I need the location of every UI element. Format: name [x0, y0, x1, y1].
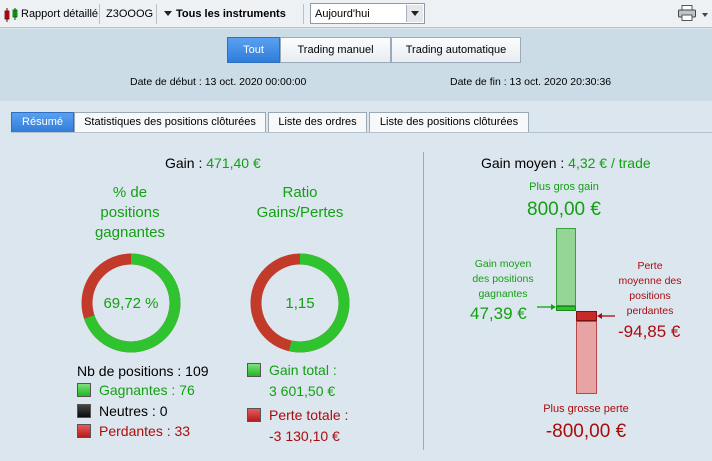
neutral-legend-icon: [77, 404, 91, 418]
gain-line: Gain : 471,40 €: [165, 155, 261, 171]
ratio-title-line: Gains/Pertes: [256, 204, 344, 221]
winning-count: Gagnantes : 76: [99, 382, 195, 398]
account-selector[interactable]: Z3OOOG: [106, 8, 153, 20]
ratio-title-line: Ratio: [282, 184, 318, 201]
period-select[interactable]: Aujourd'hui: [310, 3, 425, 24]
max-gain-value: 800,00 €: [527, 199, 601, 220]
toolbar: Rapport détaillé Z3OOOG Tous les instrum…: [0, 0, 712, 28]
tab-closed-stats[interactable]: Statistiques des positions clôturées: [74, 112, 266, 132]
max-loss-bar: [576, 321, 597, 394]
avg-win-label: Gain moyen des positions gagnantes: [466, 257, 540, 302]
positions-count: Nb de positions : 109: [77, 363, 209, 379]
avg-win-arrow-icon: [537, 304, 556, 310]
avg-gain-line: Gain moyen : 4,32 € / trade: [481, 155, 651, 171]
avg-win-label-line: Gain moyen: [474, 258, 532, 270]
pct-title: % de positions gagnantes: [75, 183, 185, 243]
tab-summary[interactable]: Résumé: [11, 112, 74, 132]
total-gain-legend-icon: [247, 363, 261, 377]
ratio-title: Ratio Gains/Pertes: [240, 183, 360, 223]
avg-win-value: 47,39 €: [470, 304, 527, 323]
avg-gain-label: Gain moyen :: [481, 155, 565, 171]
panel-divider: [423, 152, 424, 450]
total-gain-label: Gain total :: [269, 362, 337, 378]
start-date: Date de début : 13 oct. 2020 00:00:00: [130, 76, 307, 88]
tab-closed-positions[interactable]: Liste des positions clôturées: [369, 112, 529, 132]
period-select-value: Aujourd'hui: [315, 8, 370, 20]
total-loss-label: Perte totale :: [269, 407, 349, 423]
filter-header: Tout Trading manuel Trading automatique …: [0, 29, 712, 101]
losing-legend-icon: [77, 424, 91, 438]
win-pct-value: 69,72 %: [103, 295, 159, 312]
pct-title-line: gagnantes: [94, 224, 166, 241]
toolbar-separator: [303, 4, 304, 24]
report-title: Rapport détaillé: [21, 8, 99, 20]
avg-loss-bar: [576, 311, 597, 321]
candlestick-icon: [4, 8, 18, 22]
avg-win-bar: [556, 306, 576, 311]
printer-icon[interactable]: [678, 5, 696, 21]
chevron-down-icon[interactable]: [164, 11, 172, 16]
menu-caret-icon[interactable]: [702, 13, 708, 17]
max-gain-bar: [556, 228, 576, 306]
avg-loss-label-line: moyenne des: [618, 275, 682, 287]
total-loss-legend-icon: [247, 408, 261, 422]
avg-win-label-line: des positions: [472, 273, 534, 285]
avg-loss-value: -94,85 €: [618, 322, 681, 341]
instruments-selector[interactable]: Tous les instruments: [176, 8, 286, 20]
toolbar-separator: [99, 4, 100, 24]
pct-title-line: positions: [100, 204, 160, 221]
filter-all-button[interactable]: Tout: [227, 37, 280, 63]
end-date: Date de fin : 13 oct. 2020 20:30:36: [450, 76, 612, 88]
filter-auto-button[interactable]: Trading automatique: [391, 37, 521, 63]
max-loss-label: Plus grosse perte: [543, 403, 629, 415]
max-loss-value: -800,00 €: [545, 421, 627, 442]
max-gain-label: Plus gros gain: [529, 181, 599, 193]
avg-gain-value: 4,32 € / trade: [568, 155, 651, 171]
toolbar-separator: [156, 4, 157, 24]
filter-manual-button[interactable]: Trading manuel: [280, 37, 391, 63]
pct-title-line: % de: [112, 184, 148, 201]
gain-value: 471,40 €: [206, 155, 261, 171]
avg-loss-label-line: positions: [629, 290, 671, 302]
neutral-count: Neutres : 0: [99, 403, 168, 419]
ratio-value: 1,15: [285, 295, 315, 312]
avg-loss-arrow-icon: [597, 313, 615, 319]
tab-orders[interactable]: Liste des ordres: [268, 112, 367, 132]
chevron-down-icon[interactable]: [406, 5, 423, 22]
losing-count: Perdantes : 33: [99, 423, 191, 439]
total-gain-value: 3 601,50 €: [269, 383, 336, 399]
avg-loss-label-line: Perte: [637, 260, 663, 272]
total-loss-value: -3 130,10 €: [269, 428, 340, 444]
avg-loss-label: Perte moyenne des positions perdantes: [610, 259, 690, 319]
gain-label: Gain :: [165, 155, 203, 171]
avg-win-label-line: gagnantes: [478, 288, 528, 300]
winning-legend-icon: [77, 383, 91, 397]
avg-loss-label-line: perdantes: [626, 305, 674, 317]
